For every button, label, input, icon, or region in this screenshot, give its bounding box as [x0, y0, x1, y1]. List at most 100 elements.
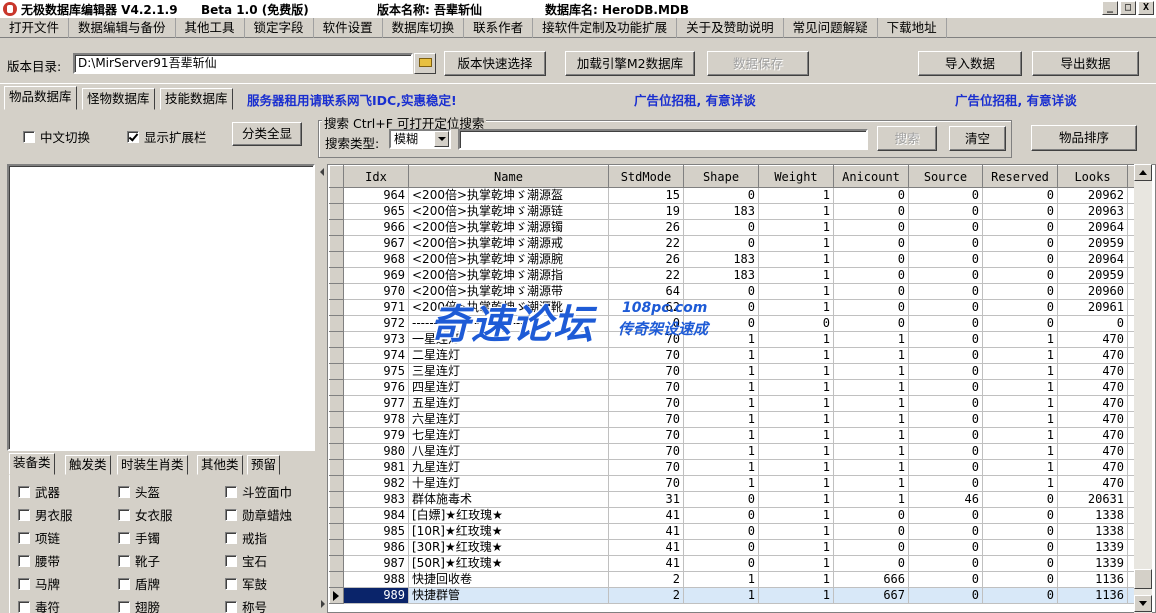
table-cell[interactable]: 1 — [982, 427, 1058, 444]
table-cell[interactable]: 183 — [683, 251, 759, 268]
table-cell[interactable]: 0 — [683, 187, 759, 204]
table-cell[interactable]: 0 — [982, 235, 1058, 252]
table-cell[interactable]: 1 — [982, 331, 1058, 348]
table-cell[interactable]: 0 — [982, 539, 1058, 556]
table-cell[interactable]: 1 — [833, 411, 909, 428]
category-tab[interactable]: 时装生肖类 — [117, 455, 188, 475]
table-cell[interactable]: 1339 — [1057, 539, 1128, 556]
table-cell[interactable]: 22 — [608, 235, 684, 252]
maximize-button[interactable]: □ — [1120, 1, 1136, 15]
column-header[interactable]: Idx — [343, 165, 409, 188]
table-cell[interactable]: 1 — [683, 475, 759, 492]
table-cell[interactable]: 1 — [683, 363, 759, 380]
table-cell[interactable]: 1 — [758, 251, 834, 268]
table-cell[interactable]: 1 — [833, 427, 909, 444]
table-cell[interactable]: 968 — [343, 251, 409, 268]
table-cell[interactable]: 183 — [683, 203, 759, 220]
table-cell[interactable]: 0 — [908, 443, 983, 460]
table-cell[interactable]: 1 — [683, 395, 759, 412]
table-cell[interactable]: 0 — [833, 187, 909, 204]
table-cell[interactable]: 1 — [758, 587, 834, 604]
row-indicator[interactable] — [329, 235, 344, 252]
table-cell[interactable]: 1 — [833, 331, 909, 348]
table-cell[interactable]: 46 — [908, 491, 983, 508]
category-checkbox[interactable]: 手镯 — [118, 528, 160, 547]
table-cell[interactable]: 1 — [982, 411, 1058, 428]
table-cell[interactable]: 1 — [758, 523, 834, 540]
table-row[interactable]: 982 十星连灯 70 1 1 1 0 1 470 — [329, 475, 1135, 492]
row-indicator[interactable] — [329, 299, 344, 316]
table-cell[interactable]: 470 — [1057, 459, 1128, 476]
column-header[interactable]: Name — [408, 165, 609, 188]
table-cell[interactable]: 964 — [343, 187, 409, 204]
table-cell[interactable]: 0 — [683, 235, 759, 252]
table-cell[interactable]: 1 — [833, 395, 909, 412]
close-button[interactable]: X — [1138, 1, 1154, 15]
menu-item[interactable]: 打开文件 — [0, 17, 70, 38]
table-cell[interactable]: 0 — [833, 283, 909, 300]
table-cell[interactable]: 1 — [758, 571, 834, 588]
table-cell[interactable]: 0 — [683, 507, 759, 524]
table-cell[interactable]: 0 — [683, 523, 759, 540]
table-cell[interactable]: 1 — [982, 379, 1058, 396]
table-cell[interactable]: <200倍>执掌乾坤ゞ潮源腕 — [408, 251, 609, 268]
table-cell[interactable]: 1 — [758, 491, 834, 508]
row-indicator[interactable] — [329, 411, 344, 428]
table-cell[interactable]: 0 — [908, 539, 983, 556]
table-cell[interactable]: 0 — [982, 571, 1058, 588]
table-cell[interactable]: 1 — [758, 187, 834, 204]
table-cell[interactable]: <200倍>执掌乾坤ゞ潮源指 — [408, 267, 609, 284]
menu-item[interactable]: 联系作者 — [464, 17, 534, 38]
table-cell[interactable]: 70 — [608, 395, 684, 412]
table-cell[interactable]: 1 — [683, 379, 759, 396]
category-checkbox[interactable]: 毒符 — [18, 597, 60, 613]
table-cell[interactable]: 0 — [833, 555, 909, 572]
table-cell[interactable]: 0 — [833, 251, 909, 268]
table-cell[interactable]: 967 — [343, 235, 409, 252]
table-cell[interactable]: 976 — [343, 379, 409, 396]
show-ext-checkbox[interactable]: 显示扩展栏 — [127, 127, 207, 146]
table-cell[interactable]: 1 — [683, 459, 759, 476]
ad-slot-1[interactable]: 广告位招租, 有意详谈 — [634, 90, 756, 109]
table-cell[interactable]: 三星连灯 — [408, 363, 609, 380]
table-cell[interactable]: 1 — [683, 427, 759, 444]
table-cell[interactable]: 0 — [1057, 315, 1128, 332]
table-cell[interactable]: 2 — [608, 587, 684, 604]
menu-item[interactable]: 接软件定制及功能扩展 — [533, 17, 678, 38]
category-tab[interactable]: 其他类 — [197, 455, 243, 475]
table-cell[interactable]: 0 — [908, 459, 983, 476]
scroll-up-button[interactable] — [1134, 164, 1152, 181]
table-cell[interactable]: 五星连灯 — [408, 395, 609, 412]
scroll-down-button[interactable] — [1134, 595, 1152, 612]
table-cell[interactable]: 四星连灯 — [408, 379, 609, 396]
table-cell[interactable]: 0 — [982, 203, 1058, 220]
table-cell[interactable]: -------------------------- — [408, 315, 609, 332]
table-cell[interactable]: 1 — [758, 299, 834, 316]
table-cell[interactable]: 41 — [608, 507, 684, 524]
menu-item[interactable]: 数据库切换 — [383, 17, 465, 38]
table-cell[interactable]: 0 — [833, 235, 909, 252]
column-header[interactable]: Anicount — [833, 165, 909, 188]
category-checkbox[interactable]: 盾牌 — [118, 574, 160, 593]
column-header[interactable]: Weight — [758, 165, 834, 188]
row-indicator[interactable] — [329, 587, 344, 604]
table-cell[interactable]: 0 — [908, 427, 983, 444]
table-row[interactable]: 984 [白嫖]★红玫瑰★ 41 0 1 0 0 0 1338 — [329, 507, 1135, 524]
table-cell[interactable]: 1 — [758, 235, 834, 252]
table-cell[interactable]: 1 — [982, 363, 1058, 380]
table-cell[interactable]: 九星连灯 — [408, 459, 609, 476]
table-cell[interactable]: 0 — [683, 283, 759, 300]
ad-slot-2[interactable]: 广告位招租, 有意详谈 — [955, 90, 1077, 109]
table-cell[interactable]: 1 — [758, 219, 834, 236]
table-cell[interactable]: 470 — [1057, 427, 1128, 444]
table-cell[interactable]: 1 — [833, 443, 909, 460]
table-cell[interactable]: 970 — [343, 283, 409, 300]
table-cell[interactable]: 470 — [1057, 347, 1128, 364]
table-cell[interactable]: 0 — [908, 235, 983, 252]
row-indicator[interactable] — [329, 523, 344, 540]
table-cell[interactable]: 1 — [758, 411, 834, 428]
table-cell[interactable]: 0 — [982, 267, 1058, 284]
table-cell[interactable]: 0 — [908, 395, 983, 412]
table-cell[interactable]: 0 — [982, 283, 1058, 300]
table-cell[interactable]: 70 — [608, 475, 684, 492]
